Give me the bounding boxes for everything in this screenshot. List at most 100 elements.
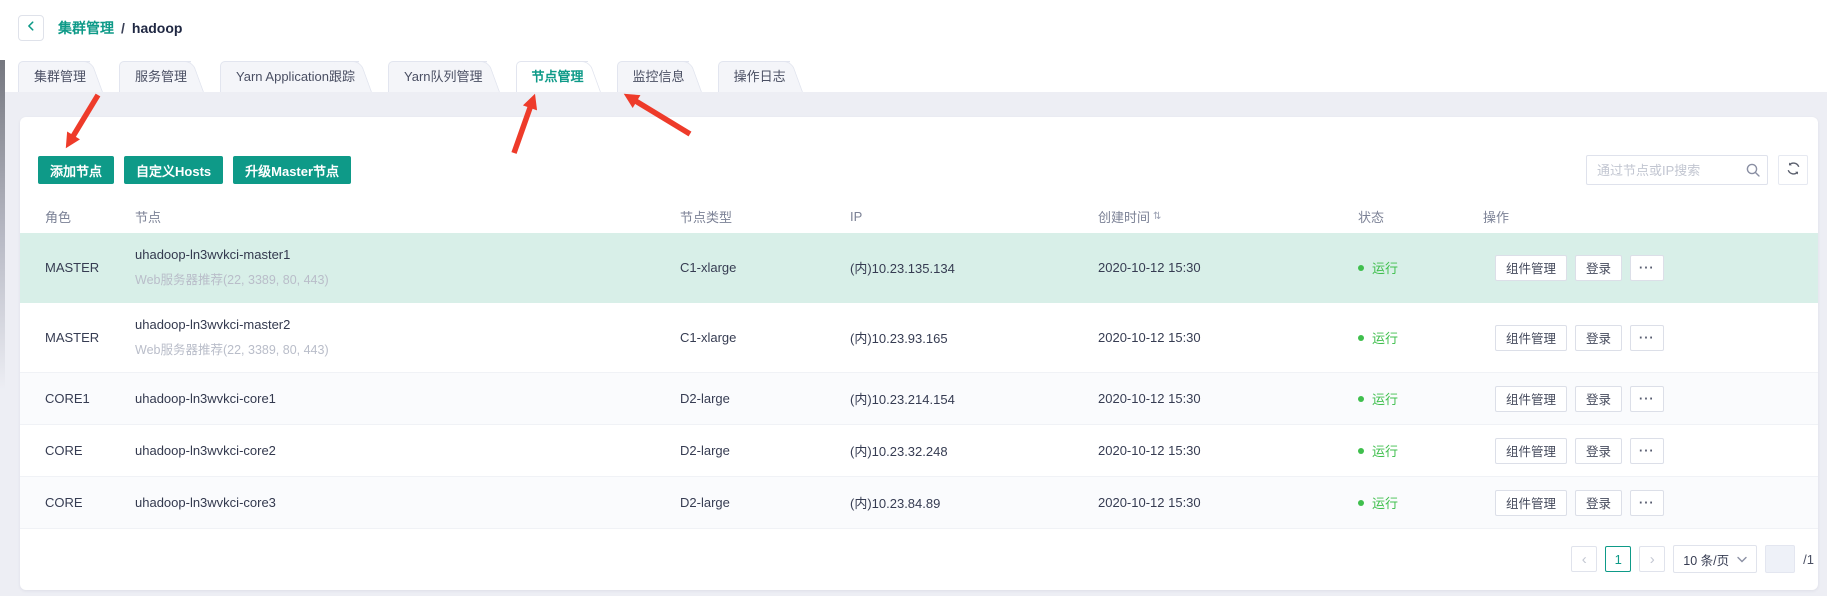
- role-cell: CORE1: [45, 391, 135, 406]
- node-subtitle: Web服务器推荐(22, 3389, 80, 443): [135, 339, 680, 358]
- status-cell: 运行: [1358, 328, 1483, 347]
- component-management-button[interactable]: 组件管理: [1495, 490, 1567, 516]
- row-actions: 组件管理登录 ···: [1483, 490, 1818, 516]
- component-management-button[interactable]: 组件管理: [1495, 438, 1567, 464]
- column-header-label: 节点: [135, 207, 161, 226]
- search-icon[interactable]: [1745, 162, 1761, 183]
- login-button[interactable]: 登录: [1575, 325, 1622, 351]
- breadcrumb-current: hadoop: [132, 20, 183, 36]
- table-row: COREuhadoop-ln3wvkci-core2D2-large(内)10.…: [20, 425, 1818, 477]
- uhadoop-console-screen: 集群管理 / hadoop 集群管理服务管理Yarn Application跟踪…: [0, 0, 1827, 596]
- login-button[interactable]: 登录: [1575, 490, 1622, 516]
- login-button[interactable]: 登录: [1575, 255, 1622, 281]
- column-header-label: 角色: [45, 207, 71, 226]
- tab-bar: 集群管理服务管理 Yarn Application跟踪 Yarn队列管理节点管理监控…: [18, 61, 819, 92]
- ip-cell: (内)10.23.135.134: [850, 258, 1098, 277]
- column-header: 节点: [135, 207, 680, 226]
- back-button[interactable]: [18, 15, 44, 41]
- more-button[interactable]: ···: [1630, 490, 1664, 516]
- tab-yarn-application-tracking[interactable]: Yarn Application跟踪: [220, 61, 367, 92]
- refresh-button[interactable]: [1778, 155, 1808, 185]
- node-type-cell: C1-xlarge: [680, 330, 850, 345]
- tab-cluster-management[interactable]: 集群管理: [18, 61, 98, 92]
- row-actions: 组件管理登录 ···: [1483, 255, 1818, 281]
- component-management-button[interactable]: 组件管理: [1495, 255, 1567, 281]
- status-label: 运行: [1372, 389, 1398, 408]
- upgrade-master-node-button[interactable]: 升级Master节点: [233, 156, 351, 184]
- table-row: MASTERuhadoop-ln3wvkci-master2Web服务器推荐(2…: [20, 303, 1818, 373]
- row-actions: 组件管理登录 ···: [1483, 386, 1818, 412]
- tab-operation-log[interactable]: 操作日志: [718, 61, 798, 92]
- breadcrumb: 集群管理 / hadoop: [58, 18, 182, 38]
- page-header: 集群管理 / hadoop: [0, 0, 1827, 55]
- search-box: [1586, 155, 1768, 185]
- next-page-button[interactable]: ›: [1639, 546, 1665, 572]
- more-button[interactable]: ···: [1630, 386, 1664, 412]
- page-jump-input[interactable]: [1765, 545, 1795, 573]
- status-label: 运行: [1372, 258, 1398, 277]
- column-header: 操作: [1483, 207, 1818, 226]
- column-header-label: 创建时间: [1098, 207, 1150, 226]
- toolbar: 添加节点自定义Hosts 升级Master节点: [38, 155, 1808, 185]
- node-cell: uhadoop-ln3wvkci-core1: [135, 391, 680, 406]
- node-cell: uhadoop-ln3wvkci-core2: [135, 443, 680, 458]
- table-row: MASTERuhadoop-ln3wvkci-master1 Web服务器推荐(2…: [20, 233, 1818, 303]
- component-management-button[interactable]: 组件管理: [1495, 325, 1567, 351]
- column-header-label: IP: [850, 209, 862, 224]
- chevron-left-icon: [25, 20, 37, 35]
- node-type-cell: D2-large: [680, 443, 850, 458]
- tab-service-management[interactable]: 服务管理: [119, 61, 199, 92]
- ip-cell: (内)10.23.214.154: [850, 389, 1098, 408]
- chevron-down-icon: [1737, 552, 1747, 566]
- more-button[interactable]: ···: [1630, 325, 1664, 351]
- breadcrumb-separator: /: [121, 20, 125, 36]
- status-dot-icon: [1358, 448, 1364, 454]
- node-subtitle: Web服务器推荐(22, 3389, 80, 443): [135, 269, 680, 288]
- tab-label: 操作日志: [734, 69, 786, 84]
- sort-icon[interactable]: ⇅: [1153, 211, 1161, 222]
- role-cell: CORE: [45, 495, 135, 510]
- custom-hosts-button[interactable]: 自定义Hosts: [124, 156, 223, 184]
- current-page-button[interactable]: 1: [1605, 546, 1631, 572]
- node-name: uhadoop-ln3wvkci-master2: [135, 317, 680, 332]
- table-body: MASTERuhadoop-ln3wvkci-master1 Web服务器推荐(2…: [20, 233, 1818, 529]
- role-cell: MASTER: [45, 260, 135, 275]
- table-row: COREuhadoop-ln3wvkci-core3D2-large(内)10.…: [20, 477, 1818, 529]
- page-size-select[interactable]: 10 条/页: [1673, 545, 1757, 573]
- toolbar-button-group: 添加节点自定义Hosts 升级Master节点: [38, 156, 361, 184]
- login-button[interactable]: 登录: [1575, 438, 1622, 464]
- tab-node-management[interactable]: 节点管理: [516, 61, 596, 92]
- status-cell: 运行: [1358, 441, 1483, 460]
- prev-page-button[interactable]: ‹: [1571, 546, 1597, 572]
- column-header: 状态: [1358, 207, 1483, 226]
- column-header-label: 节点类型: [680, 207, 732, 226]
- node-cell: uhadoop-ln3wvkci-master2 Web服务器推荐(22, 338…: [135, 317, 680, 358]
- column-header: 节点类型: [680, 207, 850, 226]
- add-node-button[interactable]: 添加节点: [38, 156, 114, 184]
- status-cell: 运行: [1358, 389, 1483, 408]
- more-button[interactable]: ···: [1630, 438, 1664, 464]
- search-input[interactable]: [1586, 155, 1768, 185]
- created-time-cell: 2020-10-12 15:30: [1098, 260, 1358, 275]
- tab-yarn-queue-management[interactable]: Yarn队列管理: [388, 61, 495, 92]
- login-button[interactable]: 登录: [1575, 386, 1622, 412]
- created-time-cell: 2020-10-12 15:30: [1098, 330, 1358, 345]
- column-header[interactable]: 创建时间⇅: [1098, 207, 1358, 226]
- row-actions: 组件管理登录 ···: [1483, 438, 1818, 464]
- created-time-cell: 2020-10-12 15:30: [1098, 495, 1358, 510]
- status-label: 运行: [1372, 441, 1398, 460]
- created-time-cell: 2020-10-12 15:30: [1098, 391, 1358, 406]
- node-type-cell: D2-large: [680, 495, 850, 510]
- node-name: uhadoop-ln3wvkci-core2: [135, 443, 680, 458]
- node-table: 角色节点节点类型IP创建时间⇅状态操作 MASTERuhadoop-ln3wvk…: [20, 199, 1818, 529]
- status-label: 运行: [1372, 493, 1398, 512]
- tab-monitoring-info[interactable]: 监控信息: [617, 61, 697, 92]
- breadcrumb-parent-link[interactable]: 集群管理: [58, 18, 114, 38]
- more-button[interactable]: ···: [1630, 255, 1664, 281]
- row-actions: 组件管理登录 ···: [1483, 325, 1818, 351]
- component-management-button[interactable]: 组件管理: [1495, 386, 1567, 412]
- node-cell: uhadoop-ln3wvkci-master1 Web服务器推荐(22, 338…: [135, 247, 680, 288]
- node-management-panel: 添加节点自定义Hosts 升级Master节点 角色: [20, 117, 1818, 590]
- node-name: uhadoop-ln3wvkci-master1: [135, 247, 680, 262]
- status-dot-icon: [1358, 500, 1364, 506]
